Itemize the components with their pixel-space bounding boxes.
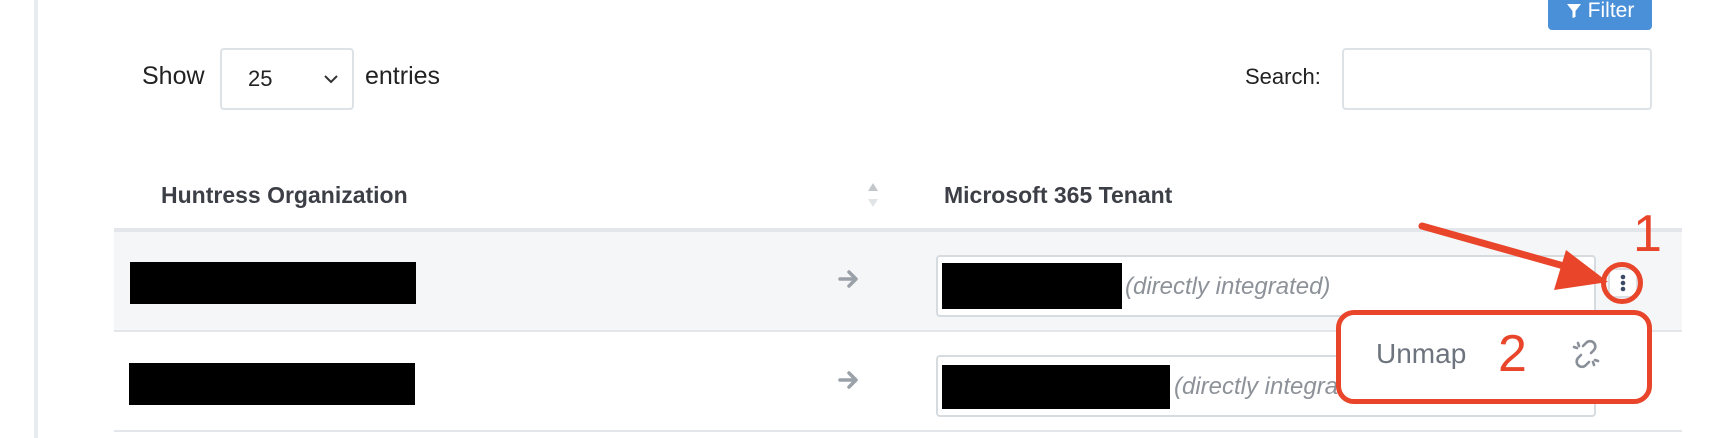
filter-button-label: Filter	[1587, 0, 1635, 22]
redacted-tenant-name	[942, 365, 1170, 409]
annotation-step-1: 1	[1633, 205, 1662, 263]
sort-icon[interactable]	[866, 180, 880, 210]
content-left-border	[34, 0, 38, 438]
arrow-right-icon	[838, 371, 858, 389]
search-input[interactable]	[1342, 48, 1652, 110]
tenant-status-note: (directly integrated)	[1125, 273, 1331, 300]
filter-icon	[1566, 4, 1581, 18]
entries-label: entries	[365, 62, 441, 90]
row-divider	[114, 430, 1682, 432]
redacted-tenant-name	[942, 263, 1122, 309]
arrow-right-icon	[838, 270, 858, 288]
redacted-organization-name	[130, 262, 416, 304]
annotation-arrow	[1418, 222, 1608, 290]
chevron-down-icon	[324, 75, 338, 84]
entries-per-page-value: 25	[248, 66, 273, 91]
annotation-highlight-box	[1336, 310, 1652, 404]
column-header-microsoft-365-tenant[interactable]: Microsoft 365 Tenant	[944, 182, 1172, 209]
search-label: Search:	[1245, 64, 1321, 89]
column-header-huntress-organization[interactable]: Huntress Organization	[161, 182, 408, 209]
entries-per-page-select[interactable]: 25	[220, 48, 354, 110]
filter-button[interactable]: Filter	[1548, 0, 1652, 30]
redacted-organization-name	[129, 363, 415, 405]
annotation-step-2: 2	[1498, 325, 1527, 383]
show-label: Show	[142, 62, 205, 90]
